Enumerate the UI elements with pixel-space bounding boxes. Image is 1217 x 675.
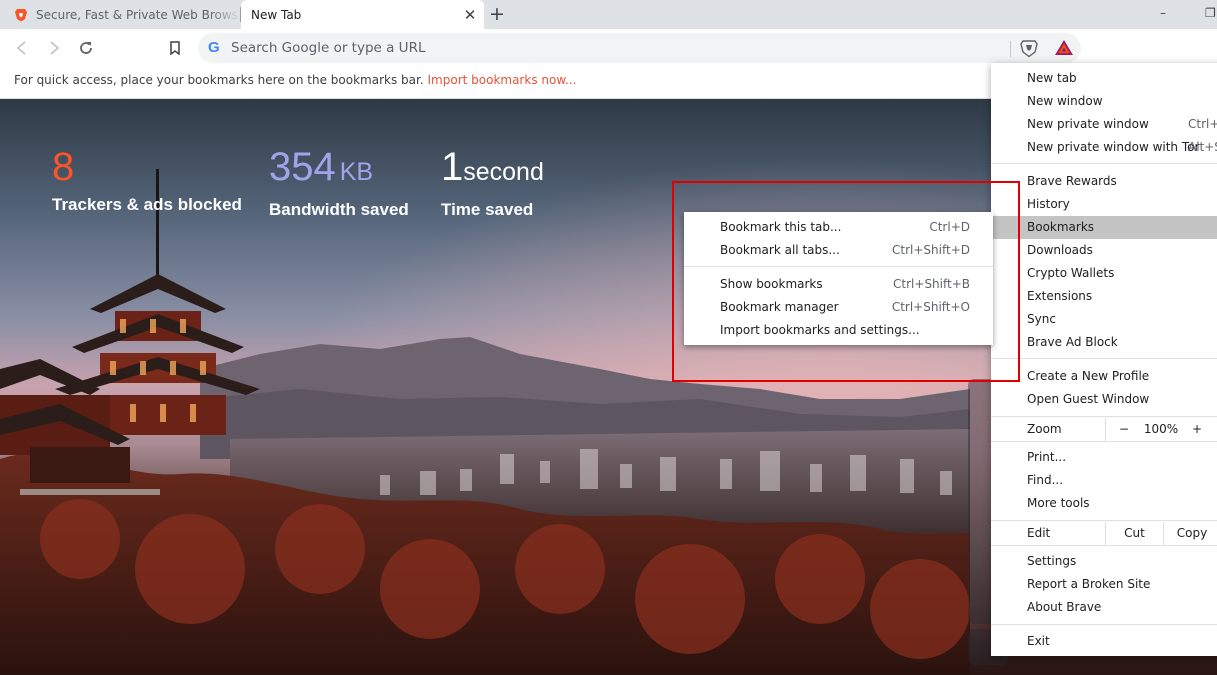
bookmarks-bar-text: For quick access, place your bookmarks h… — [14, 73, 424, 87]
menu-create-profile[interactable]: Create a New Profile — [991, 365, 1217, 388]
menu-shortcut: Ctrl+Shift+N — [1188, 117, 1217, 131]
bandwidth-value: 354 — [269, 145, 336, 189]
maximize-icon[interactable]: ❐ — [1205, 6, 1216, 20]
omnibox-divider — [1010, 41, 1011, 57]
menu-divider — [991, 416, 1217, 417]
menu-brave-ad-block[interactable]: Brave Ad Block — [991, 331, 1217, 354]
menu-more-tools[interactable]: More tools — [991, 492, 1217, 515]
menu-label: More tools — [1027, 496, 1090, 510]
tab-strip: Secure, Fast & Private Web Browser with … — [0, 0, 1217, 29]
menu-label: History — [1027, 197, 1070, 211]
menu-divider — [991, 545, 1217, 546]
stat-bandwidth-saved: 354 KB Bandwidth saved — [269, 145, 409, 220]
menu-label: Downloads — [1027, 243, 1093, 257]
menu-label: Find... — [1027, 473, 1064, 487]
menu-exit[interactable]: Exit — [991, 630, 1217, 653]
menu-label: New private window — [1027, 117, 1149, 131]
menu-label: New window — [1027, 94, 1103, 108]
toolbar: G Search Google or type a URL — [0, 29, 1217, 66]
back-icon[interactable] — [12, 38, 32, 58]
tab-brave-website[interactable]: Secure, Fast & Private Web Browser with … — [0, 0, 240, 29]
menu-new-window[interactable]: New window — [991, 90, 1217, 113]
menu-history[interactable]: History — [991, 193, 1217, 216]
menu-label: Report a Broken Site — [1027, 577, 1151, 591]
menu-label: Edit — [1027, 526, 1051, 540]
menu-label: Create a New Profile — [1027, 369, 1150, 383]
menu-label: Settings — [1027, 554, 1077, 568]
menu-bookmarks[interactable]: Bookmarks — [991, 216, 1217, 239]
brave-shields-icon[interactable] — [1020, 39, 1038, 58]
menu-divider — [991, 441, 1217, 442]
address-bar-placeholder: Search Google or type a URL — [231, 40, 426, 56]
menu-about-brave[interactable]: About Brave — [991, 596, 1217, 619]
menu-label: Brave Ad Block — [1027, 335, 1118, 349]
menu-divider — [991, 520, 1217, 521]
app-menu: New tab New window New private window Ctr… — [991, 63, 1217, 656]
annotation-highlight-box — [672, 181, 1020, 382]
menu-label: Open Guest Window — [1027, 392, 1150, 406]
menu-print[interactable]: Print... — [991, 446, 1217, 469]
menu-divider — [991, 624, 1217, 625]
trackers-label: Trackers & ads blocked — [52, 195, 242, 214]
menu-label: Bookmarks — [1027, 220, 1095, 234]
menu-new-tab[interactable]: New tab — [991, 67, 1217, 90]
menu-sync[interactable]: Sync — [991, 308, 1217, 331]
address-bar[interactable]: G Search Google or type a URL — [198, 33, 1081, 63]
bookmarks-bar-message: For quick access, place your bookmarks h… — [14, 73, 577, 87]
menu-label: Exit — [1027, 634, 1050, 648]
minimize-icon[interactable]: – — [1160, 6, 1166, 20]
menu-label: Zoom — [1027, 422, 1062, 436]
import-bookmarks-link[interactable]: Import bookmarks now... — [428, 73, 577, 87]
tab-title: Secure, Fast & Private Web Browser with … — [36, 7, 240, 22]
menu-new-private-window-tor[interactable]: New private window with TorAlt+Shift+N — [991, 136, 1217, 159]
copy-button[interactable]: Copy — [1164, 522, 1217, 545]
reload-icon[interactable] — [76, 38, 96, 58]
menu-divider — [991, 163, 1217, 164]
brave-lion-icon — [15, 8, 27, 21]
menu-shortcut: Alt+Shift+N — [1188, 140, 1217, 154]
stat-trackers-blocked: 8 Trackers & ads blocked — [52, 145, 242, 215]
bookmark-page-icon[interactable] — [165, 38, 185, 58]
menu-label: Sync — [1027, 312, 1056, 326]
menu-divider — [991, 358, 1217, 359]
zoom-out-button[interactable]: − — [1116, 418, 1132, 441]
zoom-level: 100% — [1143, 422, 1179, 436]
menu-downloads[interactable]: Downloads — [991, 239, 1217, 262]
tab-title: New Tab — [251, 7, 302, 22]
time-value: 1 — [441, 145, 464, 189]
bandwidth-label: Bandwidth saved — [269, 200, 409, 219]
time-label: Time saved — [441, 200, 534, 219]
menu-find[interactable]: Find... — [991, 469, 1217, 492]
zoom-in-button[interactable]: + — [1188, 418, 1206, 441]
menu-brave-rewards[interactable]: Brave Rewards — [991, 170, 1217, 193]
bandwidth-unit: KB — [339, 158, 374, 186]
brave-rewards-icon[interactable] — [1054, 39, 1074, 56]
menu-new-private-window[interactable]: New private window Ctrl+Shift+N — [991, 113, 1217, 136]
trackers-count: 8 — [52, 145, 75, 189]
cut-button[interactable]: Cut — [1106, 522, 1163, 545]
menu-zoom: Zoom − 100% + — [991, 418, 1217, 441]
stat-time-saved: 1second Time saved — [441, 145, 544, 220]
google-icon: G — [208, 39, 220, 56]
menu-settings[interactable]: Settings — [991, 550, 1217, 573]
menu-extensions[interactable]: Extensions — [991, 285, 1217, 308]
menu-label: New private window with Tor — [1027, 140, 1200, 154]
time-unit: second — [463, 158, 544, 186]
menu-label: Brave Rewards — [1027, 174, 1117, 188]
menu-edit: Edit Cut Copy — [991, 522, 1217, 545]
menu-crypto-wallets[interactable]: Crypto Wallets — [991, 262, 1217, 285]
menu-label: Extensions — [1027, 289, 1093, 303]
menu-label: About Brave — [1027, 600, 1102, 614]
menu-report-broken-site[interactable]: Report a Broken Site — [991, 573, 1217, 596]
menu-label: Crypto Wallets — [1027, 266, 1115, 280]
new-tab-button[interactable]: + — [486, 3, 508, 25]
menu-label: New tab — [1027, 71, 1077, 85]
menu-guest-window[interactable]: Open Guest Window — [991, 388, 1217, 411]
zoom-divider — [1105, 418, 1106, 441]
close-tab-icon[interactable]: ✕ — [460, 6, 480, 24]
menu-label: Print... — [1027, 450, 1067, 464]
tab-new-tab[interactable]: New Tab ✕ — [241, 0, 484, 29]
forward-icon[interactable] — [44, 38, 64, 58]
